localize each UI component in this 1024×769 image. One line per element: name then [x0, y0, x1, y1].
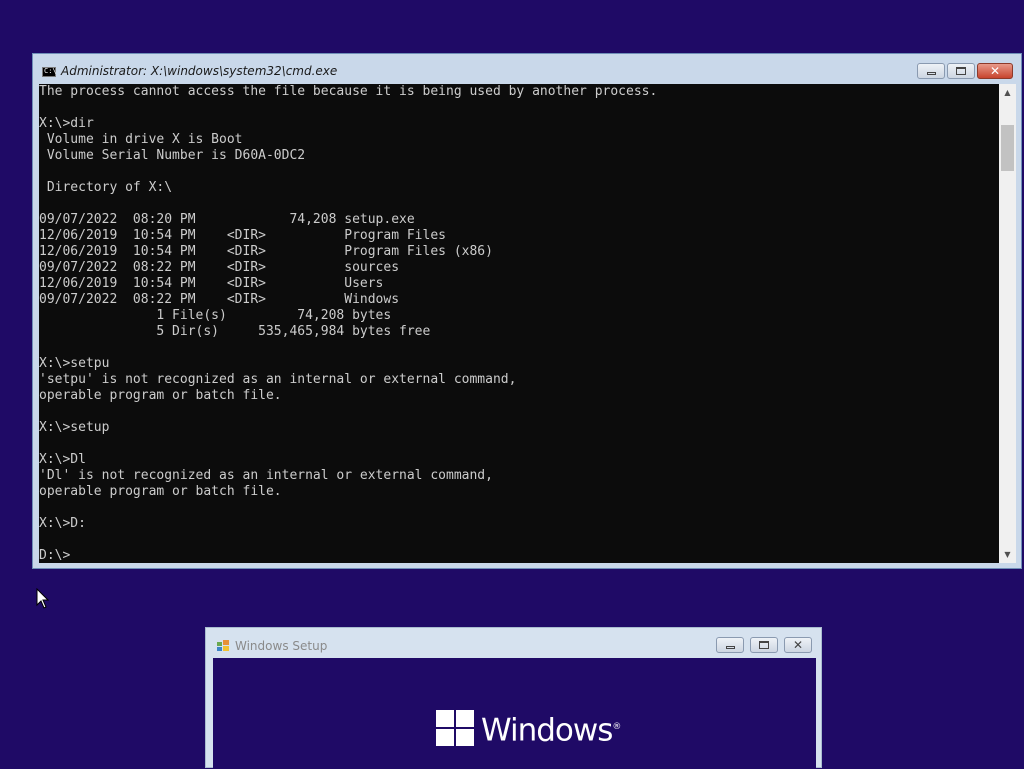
registered-mark: ®: [612, 722, 621, 732]
setup-minimize-button[interactable]: [716, 637, 744, 653]
setup-content: Windows®: [213, 658, 816, 769]
console-text: The process cannot access the file becau…: [39, 84, 658, 563]
minimize-icon: [725, 646, 735, 649]
windows-setup-icon: [217, 640, 229, 651]
maximize-icon: [956, 67, 966, 75]
scroll-up-icon[interactable]: ▲: [999, 84, 1016, 101]
minimize-icon: [926, 72, 936, 75]
window-title: Administrator: X:\windows\system32\cmd.e…: [61, 64, 338, 78]
maximize-icon: [759, 641, 769, 649]
mouse-pointer-icon: [36, 588, 50, 609]
close-icon: ✕: [792, 638, 804, 652]
cmd-titlebar[interactable]: C:\ Administrator: X:\windows\system32\c…: [33, 54, 1021, 84]
cmd-icon: C:\: [42, 67, 57, 77]
setup-maximize-button[interactable]: [750, 637, 778, 653]
scroll-down-icon[interactable]: ▼: [999, 546, 1016, 563]
minimize-button[interactable]: [917, 63, 945, 79]
setup-titlebar[interactable]: Windows Setup ✕: [206, 628, 821, 658]
windows-logo-text: Windows®: [481, 707, 621, 750]
maximize-button[interactable]: [947, 63, 975, 79]
setup-close-button[interactable]: ✕: [784, 637, 812, 653]
console-output[interactable]: The process cannot access the file becau…: [39, 84, 999, 563]
cmd-window[interactable]: C:\ Administrator: X:\windows\system32\c…: [32, 53, 1022, 569]
windows-logo-icon: [436, 710, 474, 746]
vertical-scrollbar[interactable]: ▲ ▼: [999, 84, 1016, 563]
close-icon: ✕: [989, 64, 1001, 78]
close-button[interactable]: ✕: [977, 63, 1013, 79]
scroll-thumb[interactable]: [1001, 125, 1014, 171]
setup-window-title: Windows Setup: [235, 639, 328, 653]
logo-wordmark: Windows: [481, 712, 613, 749]
windows-setup-window[interactable]: Windows Setup ✕ Windows®: [205, 627, 822, 769]
